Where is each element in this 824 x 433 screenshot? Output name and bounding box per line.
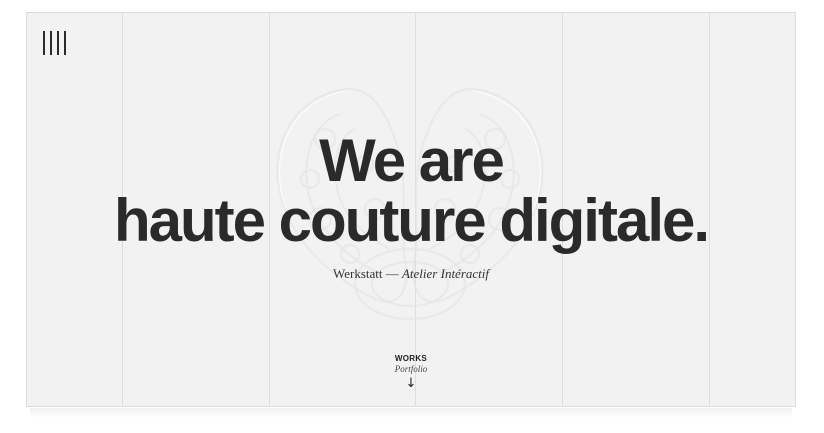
works-title[interactable]: WORKS xyxy=(27,354,795,364)
tagline-name: Werkstatt xyxy=(332,266,383,281)
menu-lines-icon[interactable] xyxy=(43,31,69,55)
frame-shadow xyxy=(30,408,792,418)
works-link[interactable]: WORKS Portfolio ↓ xyxy=(27,354,795,392)
works-subtitle[interactable]: Portfolio xyxy=(27,364,795,375)
arrow-down-icon[interactable]: ↓ xyxy=(27,376,795,392)
hero-headline-line1: We are xyxy=(319,127,505,194)
tagline-sub: Atelier Intéractif xyxy=(401,266,489,281)
page-frame: We are haute couture digitale. Werkstatt… xyxy=(26,12,796,407)
hero-headline: We are haute couture digitale. xyxy=(27,131,795,251)
hero-headline-line2: haute couture digitale. xyxy=(113,187,710,254)
hero-tagline: Werkstatt — Atelier Intéractif xyxy=(27,266,795,282)
tagline-dash: — xyxy=(382,266,402,281)
